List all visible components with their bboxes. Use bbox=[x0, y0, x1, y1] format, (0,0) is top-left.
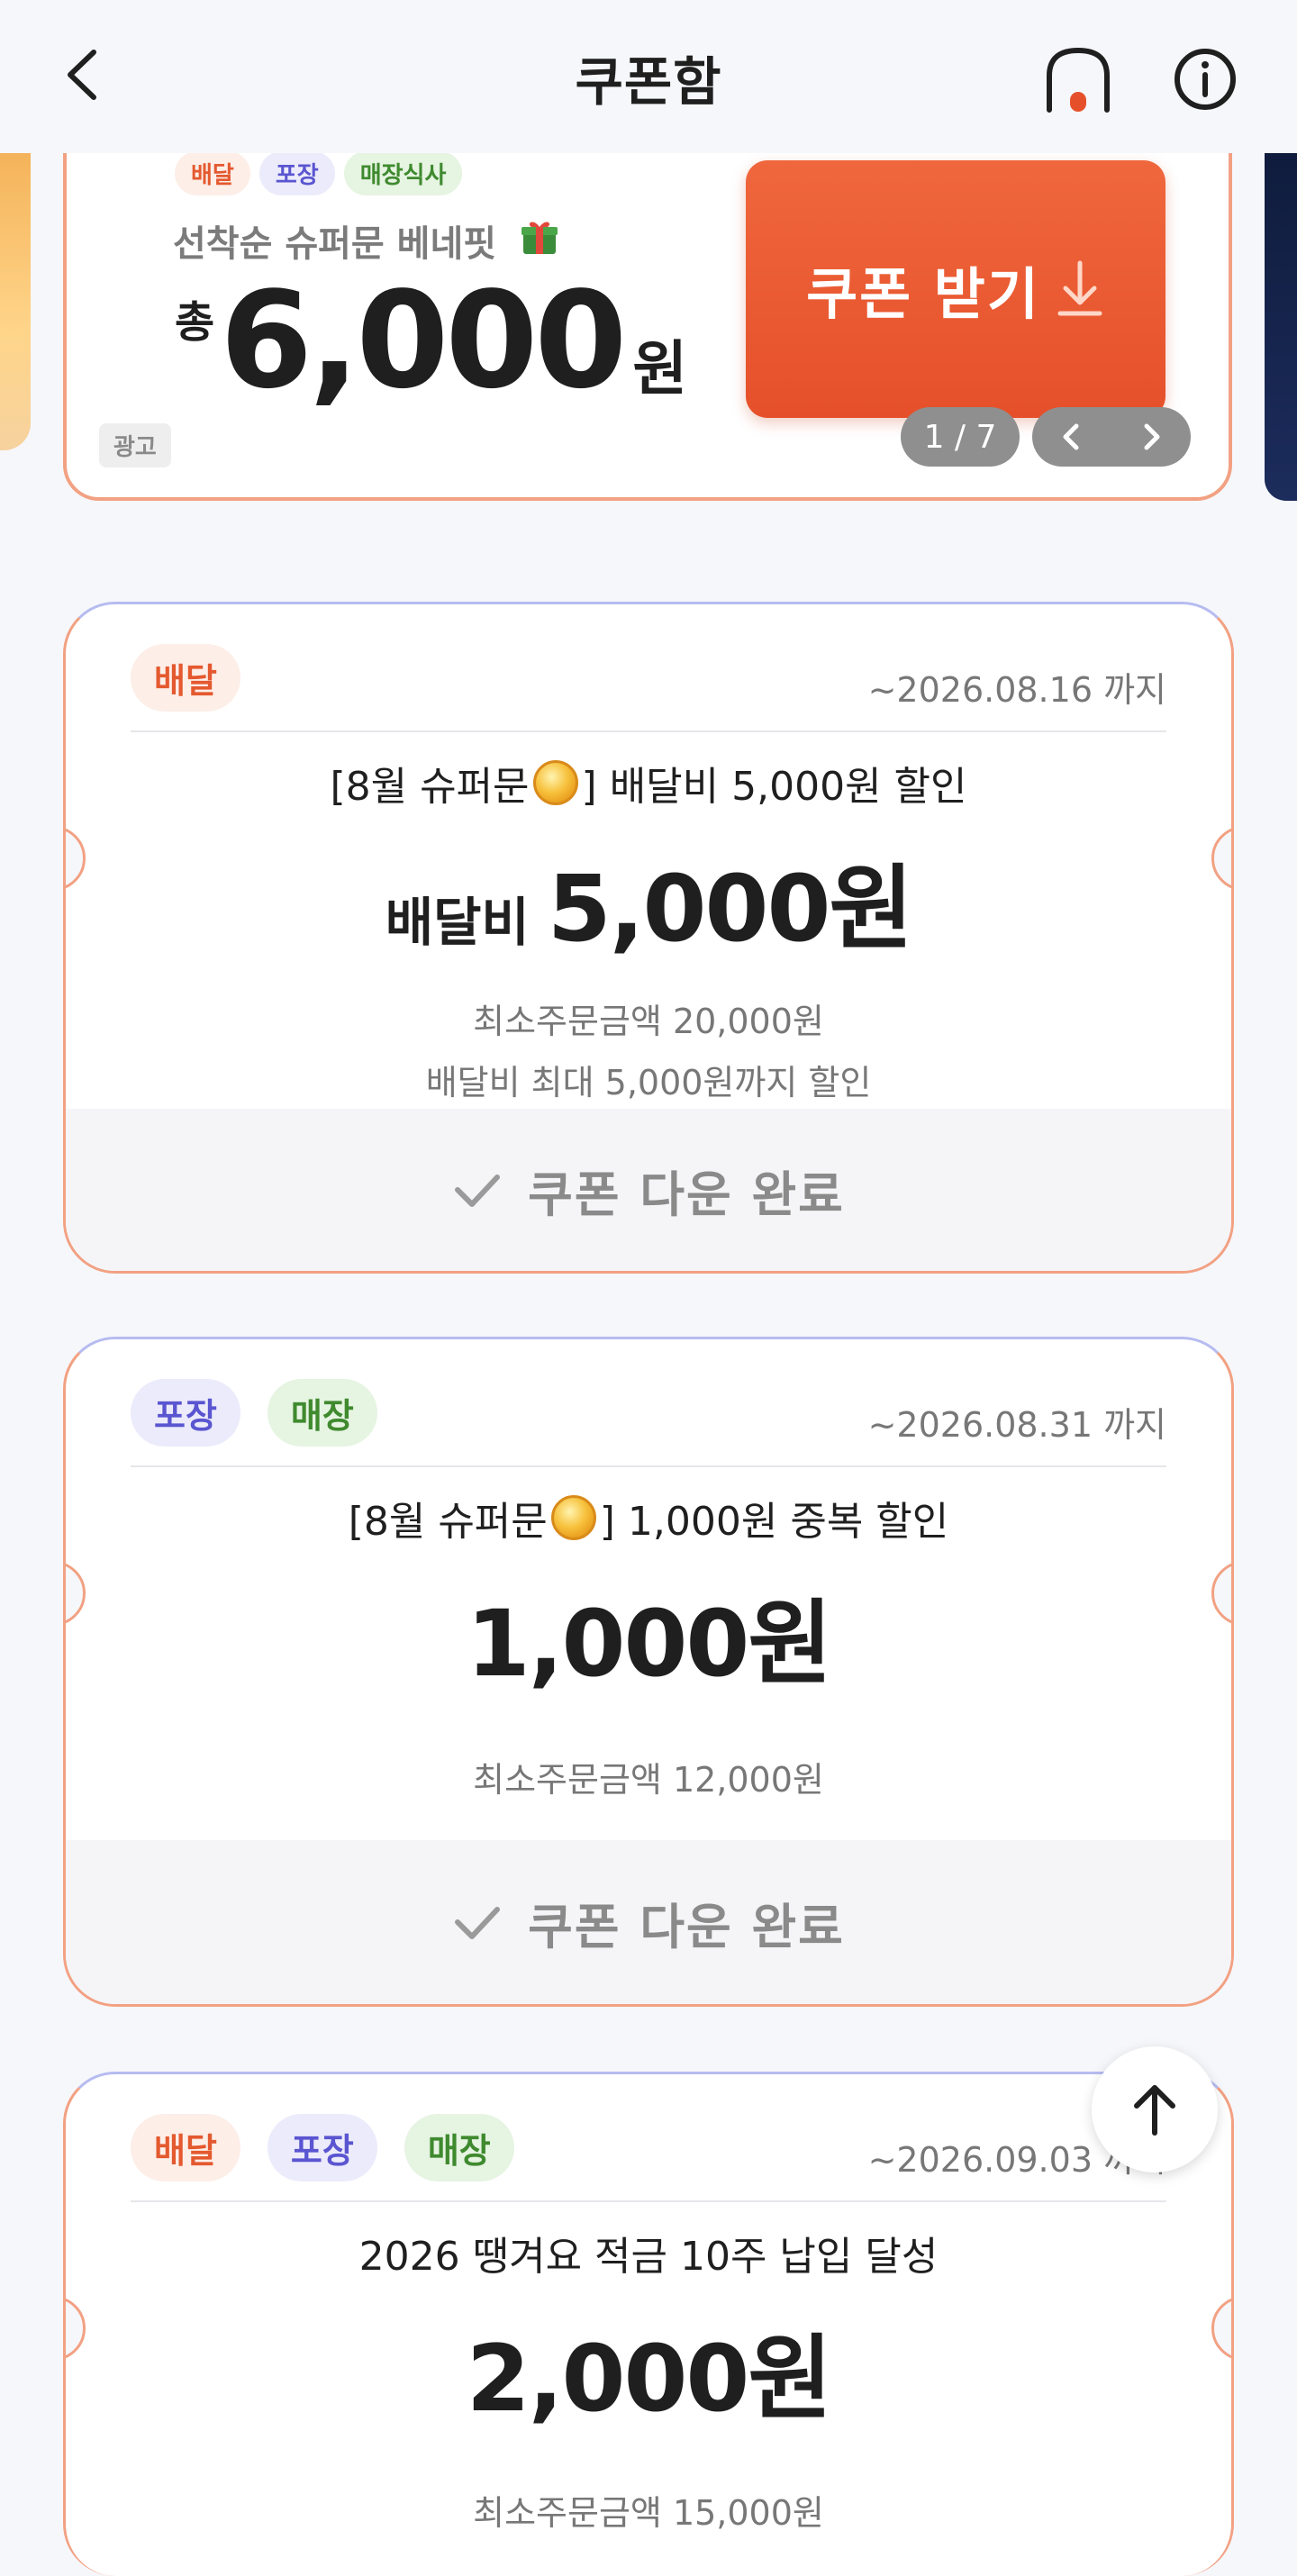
ad-badge: 광고 bbox=[99, 423, 171, 467]
banner-page-indicator: 1 / 7 bbox=[901, 407, 1020, 467]
chip-dine-in: 매장 bbox=[404, 2114, 514, 2181]
coupon-name-prefix: [8월 슈퍼문 bbox=[348, 1499, 548, 1545]
chip-delivery: 배달 bbox=[131, 644, 240, 712]
banner-tag-pickup: 포장 bbox=[258, 151, 335, 195]
banner-amount-value: 6,000 bbox=[220, 263, 627, 418]
chevron-left-icon bbox=[1063, 423, 1079, 450]
check-icon bbox=[455, 1907, 501, 1939]
coupon-value-line: 2,000원 bbox=[66, 2305, 1231, 2437]
banner-total-label: 총 bbox=[175, 297, 215, 348]
coupon-name-suffix: ] 배달비 5,000원 할인 bbox=[581, 764, 967, 810]
coupon-value: 1,000원 bbox=[466, 1591, 832, 1698]
home-icon[interactable] bbox=[1040, 41, 1116, 117]
divider bbox=[131, 730, 1166, 732]
chip-pickup: 포장 bbox=[267, 2114, 377, 2181]
chip-dine-in: 매장 bbox=[267, 1379, 377, 1447]
get-coupon-button[interactable]: 쿠폰 받기 bbox=[746, 160, 1165, 418]
coupon-status-bar: 쿠폰 다운 완료 bbox=[66, 1109, 1231, 1271]
coupon-chips: 배달 포장 매장 bbox=[131, 2114, 514, 2181]
coupon-status-bar: 쿠폰 다운 완료 bbox=[66, 1840, 1231, 2004]
banner-tag-dine-in: 매장식사 bbox=[343, 151, 463, 195]
moon-coin-icon bbox=[532, 760, 578, 805]
coupon-name: 2026 땡겨요 적금 10주 납입 달성 bbox=[358, 2234, 939, 2280]
coupon-value: 2,000원 bbox=[466, 2326, 832, 2433]
coupon-condition: 배달비 최대 5,000원까지 할인 bbox=[425, 1063, 872, 1102]
download-icon bbox=[1057, 260, 1102, 316]
coupon-name-prefix: [8월 슈퍼문 bbox=[330, 764, 530, 810]
coupon-card[interactable]: 배달 포장 매장 ~2026.09.03 까지 2026 땡겨요 적금 10주 … bbox=[63, 2072, 1234, 2576]
coupon-value-line: 배달비 5,000원 bbox=[66, 835, 1231, 967]
coupon-value: 5,000원 bbox=[547, 856, 913, 963]
coupon-value-line: 1,000원 bbox=[66, 1570, 1231, 1702]
arrow-up-icon bbox=[1134, 2085, 1175, 2136]
coupon-condition: 최소주문금액 20,000원 bbox=[473, 1002, 824, 1041]
coupon-condition: 최소주문금액 12,000원 bbox=[473, 1760, 824, 1800]
coupon-expiry: ~2026.08.16 까지 bbox=[867, 670, 1166, 710]
coupon-card[interactable]: 포장 매장 ~2026.08.31 까지 [8월 슈퍼문 ] 1,000원 중복… bbox=[63, 1337, 1234, 2007]
banner-tag-delivery: 배달 bbox=[175, 151, 250, 195]
chip-pickup: 포장 bbox=[131, 1379, 240, 1447]
divider bbox=[131, 2200, 1166, 2202]
coupon-chips: 포장 매장 bbox=[131, 1379, 377, 1447]
coupon-name: [8월 슈퍼문 ] 배달비 5,000원 할인 bbox=[66, 754, 1231, 812]
coupon-name-suffix: ] 1,000원 중복 할인 bbox=[599, 1499, 949, 1545]
coupon-status: 쿠폰 다운 완료 bbox=[528, 1166, 845, 1223]
get-coupon-button-label: 쿠폰 받기 bbox=[806, 261, 1040, 327]
coupon-name: [8월 슈퍼문 ] 1,000원 중복 할인 bbox=[66, 1489, 1231, 1547]
banner-subtitle: 선착순 슈퍼문 베네핏 bbox=[173, 223, 497, 265]
promo-banner[interactable]: 배달 포장 매장식사 선착순 슈퍼문 베네핏 총 6,000 원 광고 쿠폰 받… bbox=[63, 135, 1232, 501]
check-icon bbox=[455, 1175, 501, 1207]
prev-banner-peek[interactable] bbox=[0, 153, 31, 450]
chip-delivery: 배달 bbox=[131, 2114, 240, 2181]
banner-prev-button[interactable] bbox=[1052, 417, 1092, 457]
banner-next-button[interactable] bbox=[1131, 417, 1171, 457]
coupon-status: 쿠폰 다운 완료 bbox=[528, 1898, 845, 1955]
info-icon[interactable] bbox=[1169, 43, 1241, 115]
gift-icon bbox=[522, 222, 558, 254]
banner-nav bbox=[1032, 407, 1191, 467]
moon-coin-icon bbox=[550, 1495, 596, 1540]
coupon-expiry: ~2026.08.31 까지 bbox=[867, 1405, 1166, 1445]
coupon-chips: 배달 bbox=[131, 644, 240, 712]
coupon-card[interactable]: 배달 ~2026.08.16 까지 [8월 슈퍼문 ] 배달비 5,000원 할… bbox=[63, 602, 1234, 1274]
chevron-right-icon bbox=[1144, 423, 1160, 450]
divider bbox=[131, 1465, 1166, 1467]
coupon-value-prefix: 배달비 bbox=[385, 892, 530, 953]
scroll-to-top-button[interactable] bbox=[1092, 2046, 1218, 2172]
next-banner-peek[interactable] bbox=[1265, 153, 1297, 501]
banner-amount: 총 6,000 원 bbox=[175, 274, 687, 407]
top-bar: 쿠폰함 bbox=[0, 0, 1297, 153]
banner-currency: 원 bbox=[632, 334, 688, 404]
banner-tags: 배달 포장 매장식사 bbox=[175, 151, 463, 195]
coupon-condition: 최소주문금액 15,000원 bbox=[473, 2493, 824, 2533]
